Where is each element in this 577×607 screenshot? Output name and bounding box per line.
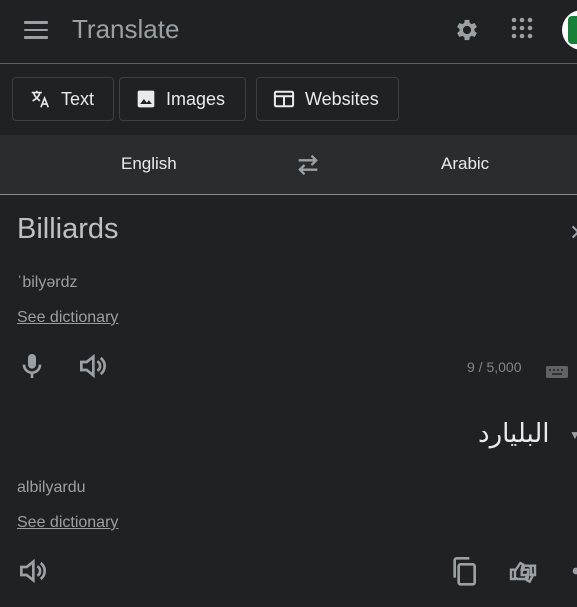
text-mode-label: Text xyxy=(61,88,95,109)
web-page-icon xyxy=(273,90,295,108)
gear-icon[interactable] xyxy=(453,16,481,44)
clear-text-icon[interactable]: ✕ xyxy=(569,220,577,246)
websites-mode-label: Websites xyxy=(305,88,379,109)
source-text[interactable]: Billiards xyxy=(17,213,119,246)
share-icon[interactable] xyxy=(568,555,577,587)
websites-mode-button[interactable]: Websites xyxy=(256,77,399,121)
translate-icon xyxy=(31,90,50,108)
character-count: 9 / 5,000 xyxy=(467,359,522,375)
copy-icon[interactable] xyxy=(448,555,480,587)
keyboard-icon[interactable] xyxy=(545,362,569,380)
source-language-button[interactable]: English xyxy=(121,154,177,174)
source-phonetic: ˈbilyərdz xyxy=(17,274,78,291)
source-dictionary-link[interactable]: See dictionary xyxy=(17,309,118,327)
swap-arrows-icon[interactable] xyxy=(294,151,322,179)
chevron-down-icon[interactable]: ▼ xyxy=(569,428,577,442)
target-transliteration: albilyardu xyxy=(17,479,86,496)
app-title: Translate xyxy=(72,14,180,44)
hamburger-menu-icon[interactable] xyxy=(24,17,50,43)
target-dictionary-link[interactable]: See dictionary xyxy=(17,514,118,532)
language-bar xyxy=(0,135,577,195)
target-language-button[interactable]: Arabic xyxy=(441,154,489,174)
images-mode-button[interactable]: Images xyxy=(119,77,246,121)
microphone-icon[interactable] xyxy=(16,350,48,382)
speaker-icon[interactable] xyxy=(16,555,48,587)
text-mode-button[interactable]: Text xyxy=(12,77,114,121)
speaker-icon[interactable] xyxy=(76,350,108,382)
images-mode-label: Images xyxy=(166,88,226,109)
translated-text: البليارد xyxy=(478,418,550,448)
image-icon xyxy=(137,90,155,108)
feedback-thumbs-icon[interactable] xyxy=(507,555,539,587)
apps-grid-icon[interactable] xyxy=(510,16,534,40)
